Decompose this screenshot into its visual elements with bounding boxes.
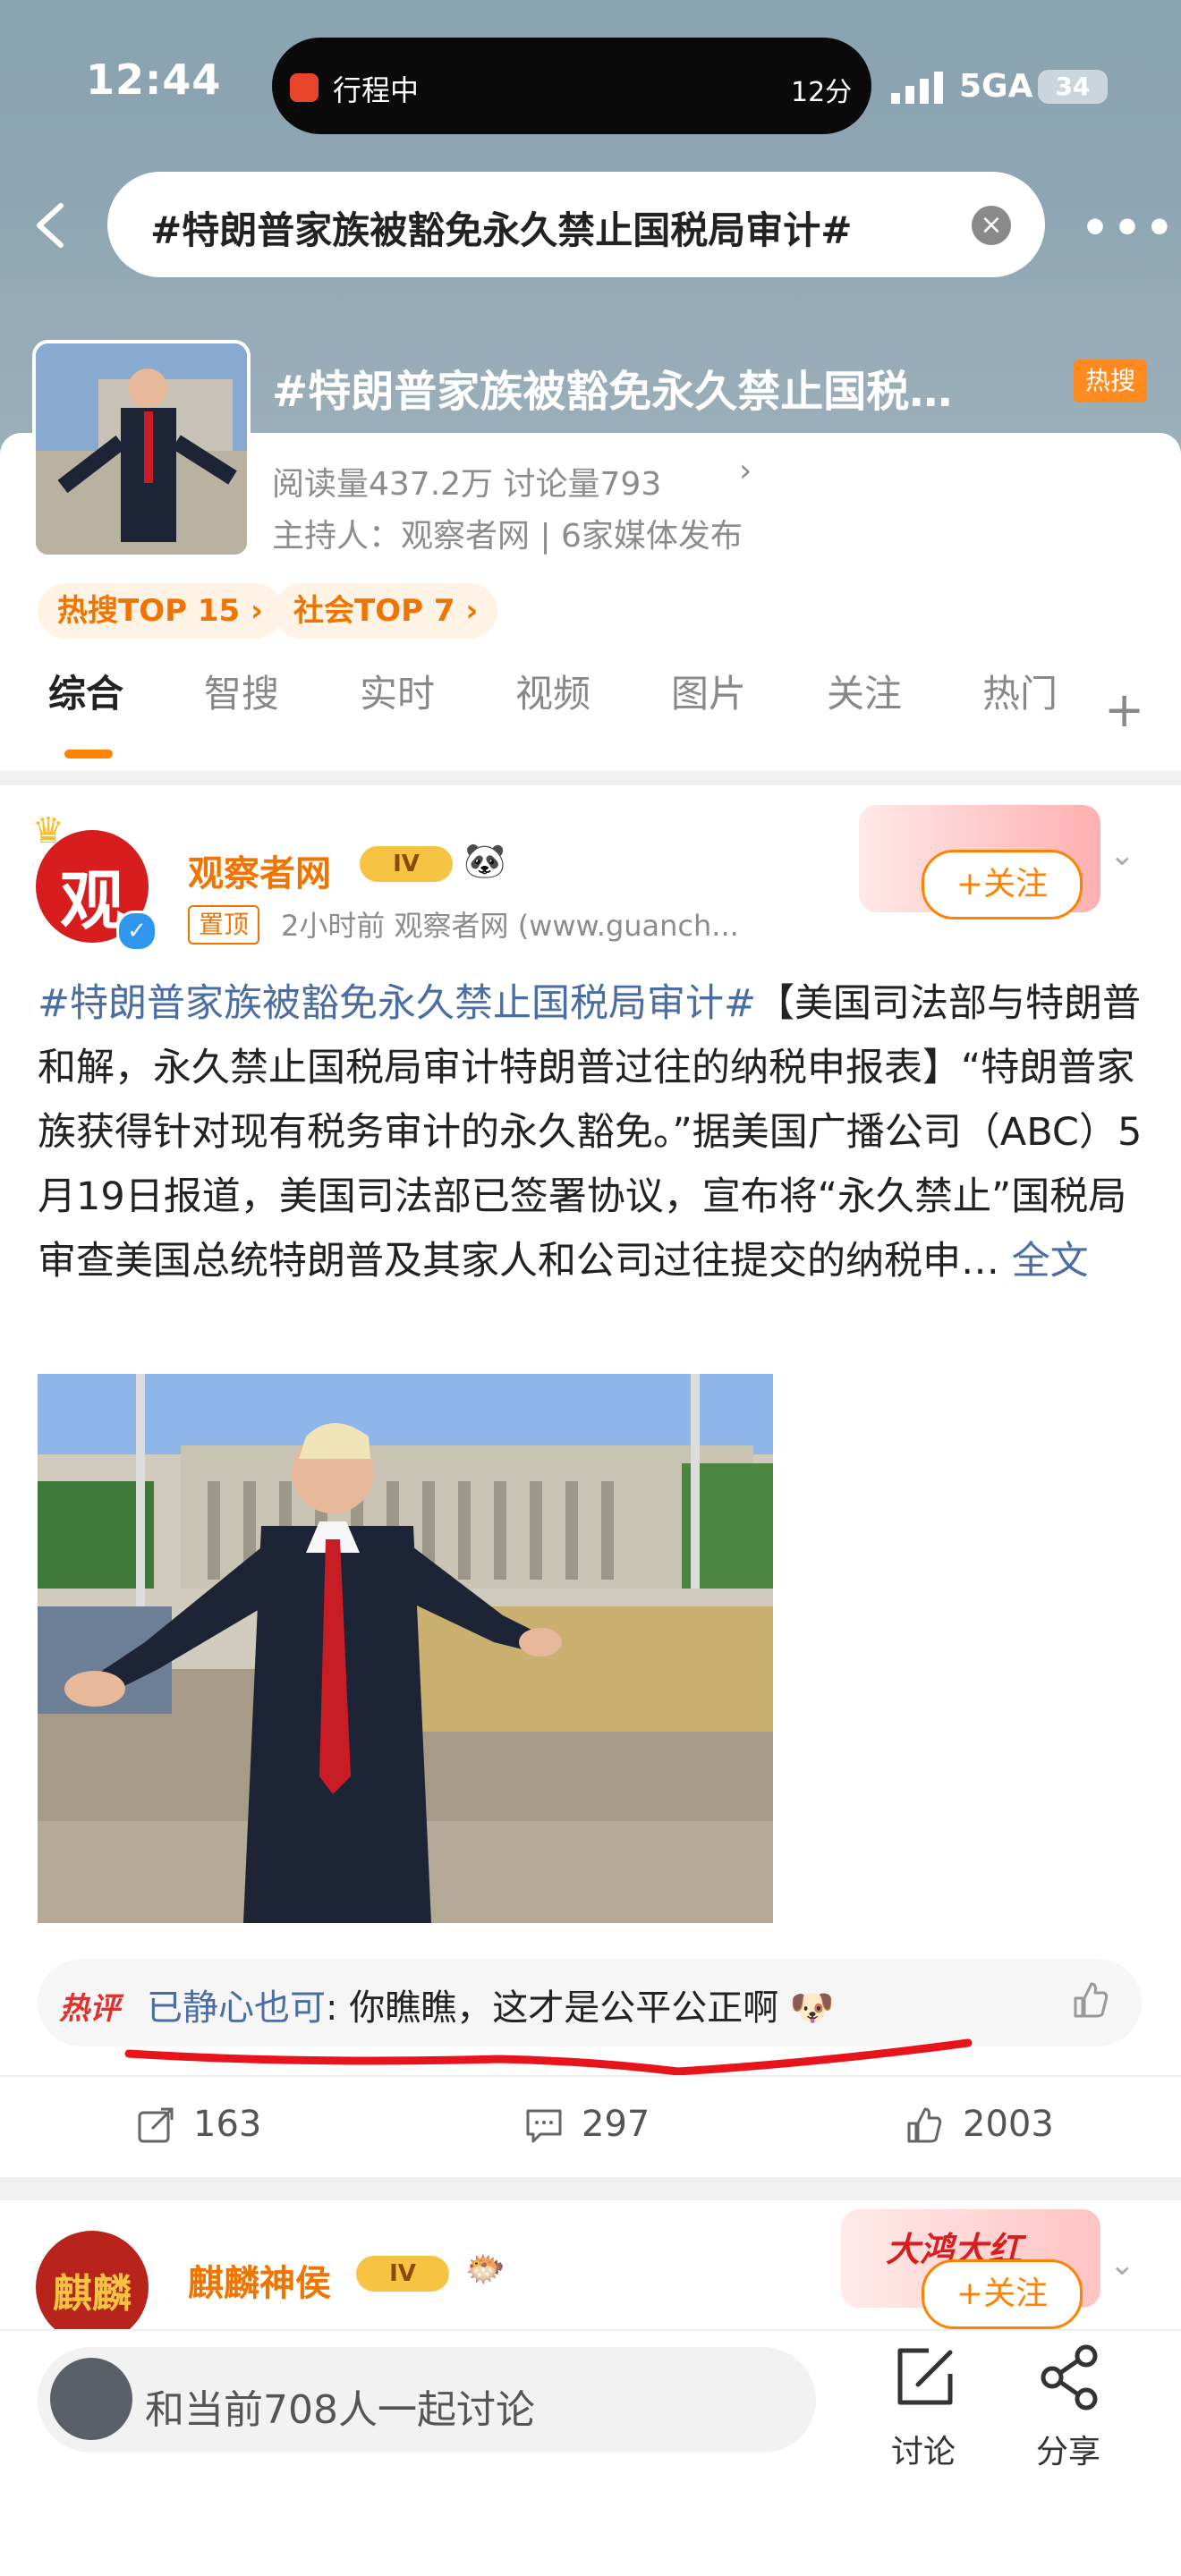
signal-icon: [891, 72, 943, 104]
post-meta: 2小时前 观察者网 (www.guanch...: [281, 909, 739, 943]
tab-underline: [64, 750, 113, 758]
more-icon[interactable]: •••: [1081, 202, 1177, 254]
post-text: 【美国司法部与特朗普和解，永久禁止国税局审计特朗普过往的纳税申报表】“特朗普家族…: [38, 981, 1143, 1284]
rank-pill-society[interactable]: 社会TOP 7 ›: [274, 583, 498, 639]
like-count[interactable]: 2003: [963, 2104, 1054, 2145]
tab-video[interactable]: 视频: [515, 664, 590, 718]
follow-button[interactable]: +关注: [922, 2259, 1083, 2329]
vip-badge[interactable]: IV: [356, 2256, 449, 2292]
topic-thumbnail[interactable]: [32, 340, 251, 558]
hot-comment-label: 热评: [59, 1991, 120, 2027]
vip-badge[interactable]: IV: [360, 846, 453, 882]
activity-label: 行程中: [333, 73, 420, 107]
compose-icon[interactable]: [891, 2343, 959, 2411]
like-icon[interactable]: [904, 2106, 943, 2145]
author-name[interactable]: 观察者网: [188, 844, 331, 896]
status-time: 12:44: [86, 55, 222, 104]
comment-count[interactable]: 297: [582, 2104, 650, 2145]
post-image[interactable]: [38, 1374, 773, 1923]
avatar-char: 麒麟: [53, 2271, 132, 2317]
crown-icon: ♛: [32, 810, 64, 852]
repost-icon[interactable]: [136, 2106, 175, 2145]
avatar: [50, 2358, 132, 2440]
discuss-label[interactable]: 讨论: [891, 2426, 956, 2472]
search-query: #特朗普家族被豁免永久禁止国税局审计#: [150, 208, 853, 252]
follow-button[interactable]: +关注: [922, 850, 1083, 919]
tab-realtime[interactable]: 实时: [360, 664, 435, 718]
doge-emoji-icon: 🐶: [789, 1987, 835, 2029]
tab-smart-search[interactable]: 智搜: [204, 664, 279, 718]
tab-bar: 综合 智搜 实时 视频 图片 关注 热门: [0, 664, 1181, 762]
ride-app-icon: [290, 73, 319, 102]
author-name[interactable]: 麒麟神侯: [188, 2254, 331, 2306]
topic-host[interactable]: 主持人：观察者网 | 6家媒体发布: [272, 510, 743, 556]
tab-hot[interactable]: 热门: [982, 664, 1058, 718]
add-tab-icon[interactable]: +: [1104, 682, 1144, 738]
post-body[interactable]: #特朗普家族被豁免永久禁止国税局审计#【美国司法部与特朗普和解，永久禁止国税局审…: [38, 971, 1147, 1293]
hot-comment-user[interactable]: 已静心也可: [147, 1987, 326, 2029]
tab-following[interactable]: 关注: [827, 664, 902, 718]
comment-icon[interactable]: [524, 2106, 564, 2145]
hot-comment-text: 已静心也可: 你瞧瞧，这才是公平公正啊 🐶: [147, 1979, 835, 2030]
tab-all[interactable]: 综合: [48, 664, 123, 718]
pinned-badge: 置顶: [188, 905, 260, 945]
goldfish-icon: 🐡: [465, 2251, 506, 2288]
share-icon[interactable]: [1036, 2343, 1104, 2411]
panda-icon: 🐼: [463, 841, 506, 880]
activity-time: 12分: [791, 77, 853, 108]
hashtag-link[interactable]: #特朗普家族被豁免永久禁止国税局审计#: [38, 981, 756, 1026]
back-arrow-icon[interactable]: [25, 199, 79, 252]
chevron-right-icon[interactable]: ›: [739, 453, 752, 489]
network-type: 5GA: [959, 68, 1033, 105]
clear-icon[interactable]: ×: [972, 206, 1011, 245]
verified-icon: ✓: [116, 911, 157, 952]
chevron-down-icon[interactable]: ⌄: [1109, 2247, 1135, 2283]
topic-title: #特朗普家族被豁免永久禁止国税…: [272, 367, 953, 417]
topic-stats[interactable]: 阅读量437.2万 讨论量793: [272, 458, 661, 504]
hot-search-badge: 热搜: [1074, 360, 1147, 402]
repost-count[interactable]: 163: [193, 2104, 261, 2145]
discuss-placeholder: 和当前708人一起讨论: [145, 2387, 535, 2433]
tab-images[interactable]: 图片: [671, 664, 746, 718]
chevron-down-icon[interactable]: ⌄: [1109, 837, 1135, 873]
share-label[interactable]: 分享: [1036, 2426, 1100, 2472]
hot-comment-content: : 你瞧瞧，这才是公平公正啊: [326, 1987, 779, 2029]
battery-level: 34: [1055, 72, 1091, 101]
rank-pill-hot-search[interactable]: 热搜TOP 15 ›: [38, 583, 284, 639]
full-text-link[interactable]: 全文: [1012, 1239, 1089, 1284]
like-icon[interactable]: [1070, 1980, 1109, 2020]
